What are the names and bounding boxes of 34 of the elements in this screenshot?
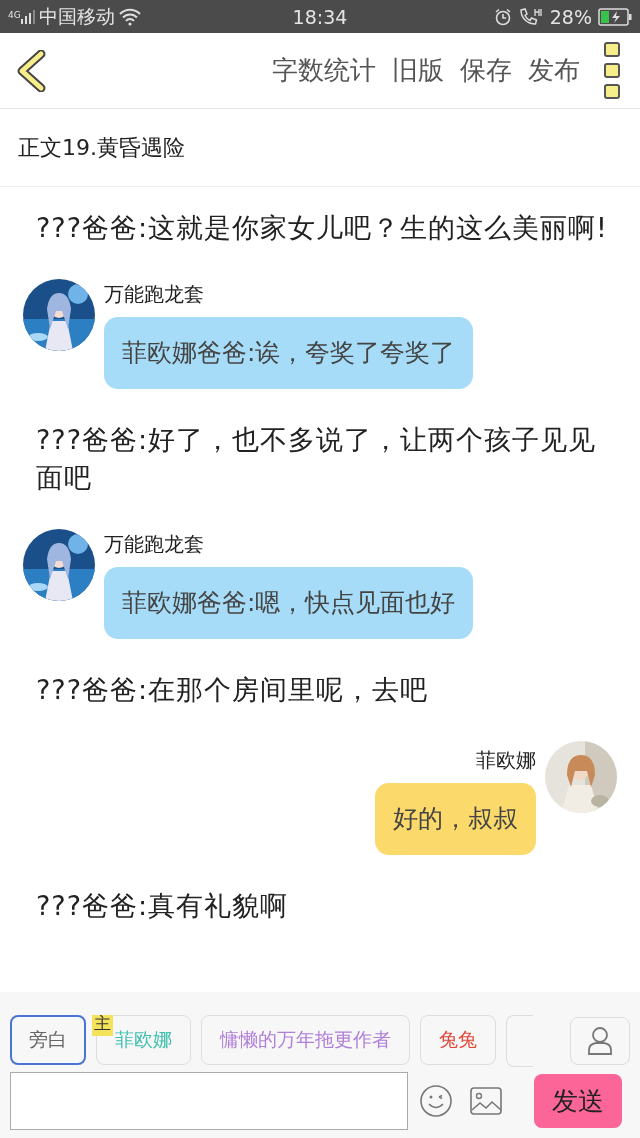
character-button[interactable] xyxy=(570,1017,630,1065)
speaker-name: 万能跑龙套 xyxy=(104,281,205,308)
message-bubble: 好的，叔叔 xyxy=(375,783,536,855)
emoji-icon[interactable] xyxy=(418,1083,454,1119)
toolbar-action[interactable]: 发布 xyxy=(526,53,582,88)
narration-text: ???爸爸:真有礼貌啊 xyxy=(35,889,290,923)
speaker-chip[interactable]: 旁白 xyxy=(10,1015,86,1065)
narration-text: ???爸爸:这就是你家女儿吧？生的这么美丽啊! xyxy=(35,211,609,245)
person-icon xyxy=(587,1026,613,1056)
clock-time: 18:34 xyxy=(292,5,348,28)
speaker-chip[interactable]: 兔兔 xyxy=(420,1015,496,1065)
speaker-chip[interactable]: 慵懒的万年拖更作者 xyxy=(201,1015,410,1065)
more-menu-button[interactable] xyxy=(604,42,620,99)
signal-icon xyxy=(20,9,35,24)
alarm-icon xyxy=(493,7,512,26)
narration-text: ???爸爸:好了，也不多说了，让两个孩子见见面吧 xyxy=(35,423,598,495)
network-label: 4G xyxy=(8,9,21,20)
message-bubble: 菲欧娜爸爸:诶，夸奖了夸奖了 xyxy=(104,317,474,389)
phone-icon xyxy=(517,6,544,27)
toolbar-action[interactable]: 保存 xyxy=(458,53,514,88)
battery-icon xyxy=(598,7,632,26)
narration-text: ???爸爸:在那个房间里呢，去吧 xyxy=(35,673,430,707)
speaker-name: 菲欧娜 xyxy=(476,747,536,774)
carrier-label: 中国移动 xyxy=(38,3,115,29)
battery-percent: 28% xyxy=(549,5,592,28)
protagonist-badge: 主 xyxy=(92,1015,113,1036)
send-button[interactable]: 发送 xyxy=(534,1074,622,1128)
message-bubble: 菲欧娜爸爸:嗯，快点见面也好 xyxy=(104,567,474,639)
toolbar-action[interactable]: 字数统计 xyxy=(270,53,378,88)
chapter-title: 正文19.黄昏遇险 xyxy=(0,109,640,187)
toolbar-action[interactable]: 旧版 xyxy=(390,53,446,88)
wifi-icon xyxy=(118,7,141,26)
message-input[interactable] xyxy=(10,1072,408,1130)
speaker-name: 万能跑龙套 xyxy=(104,531,205,558)
